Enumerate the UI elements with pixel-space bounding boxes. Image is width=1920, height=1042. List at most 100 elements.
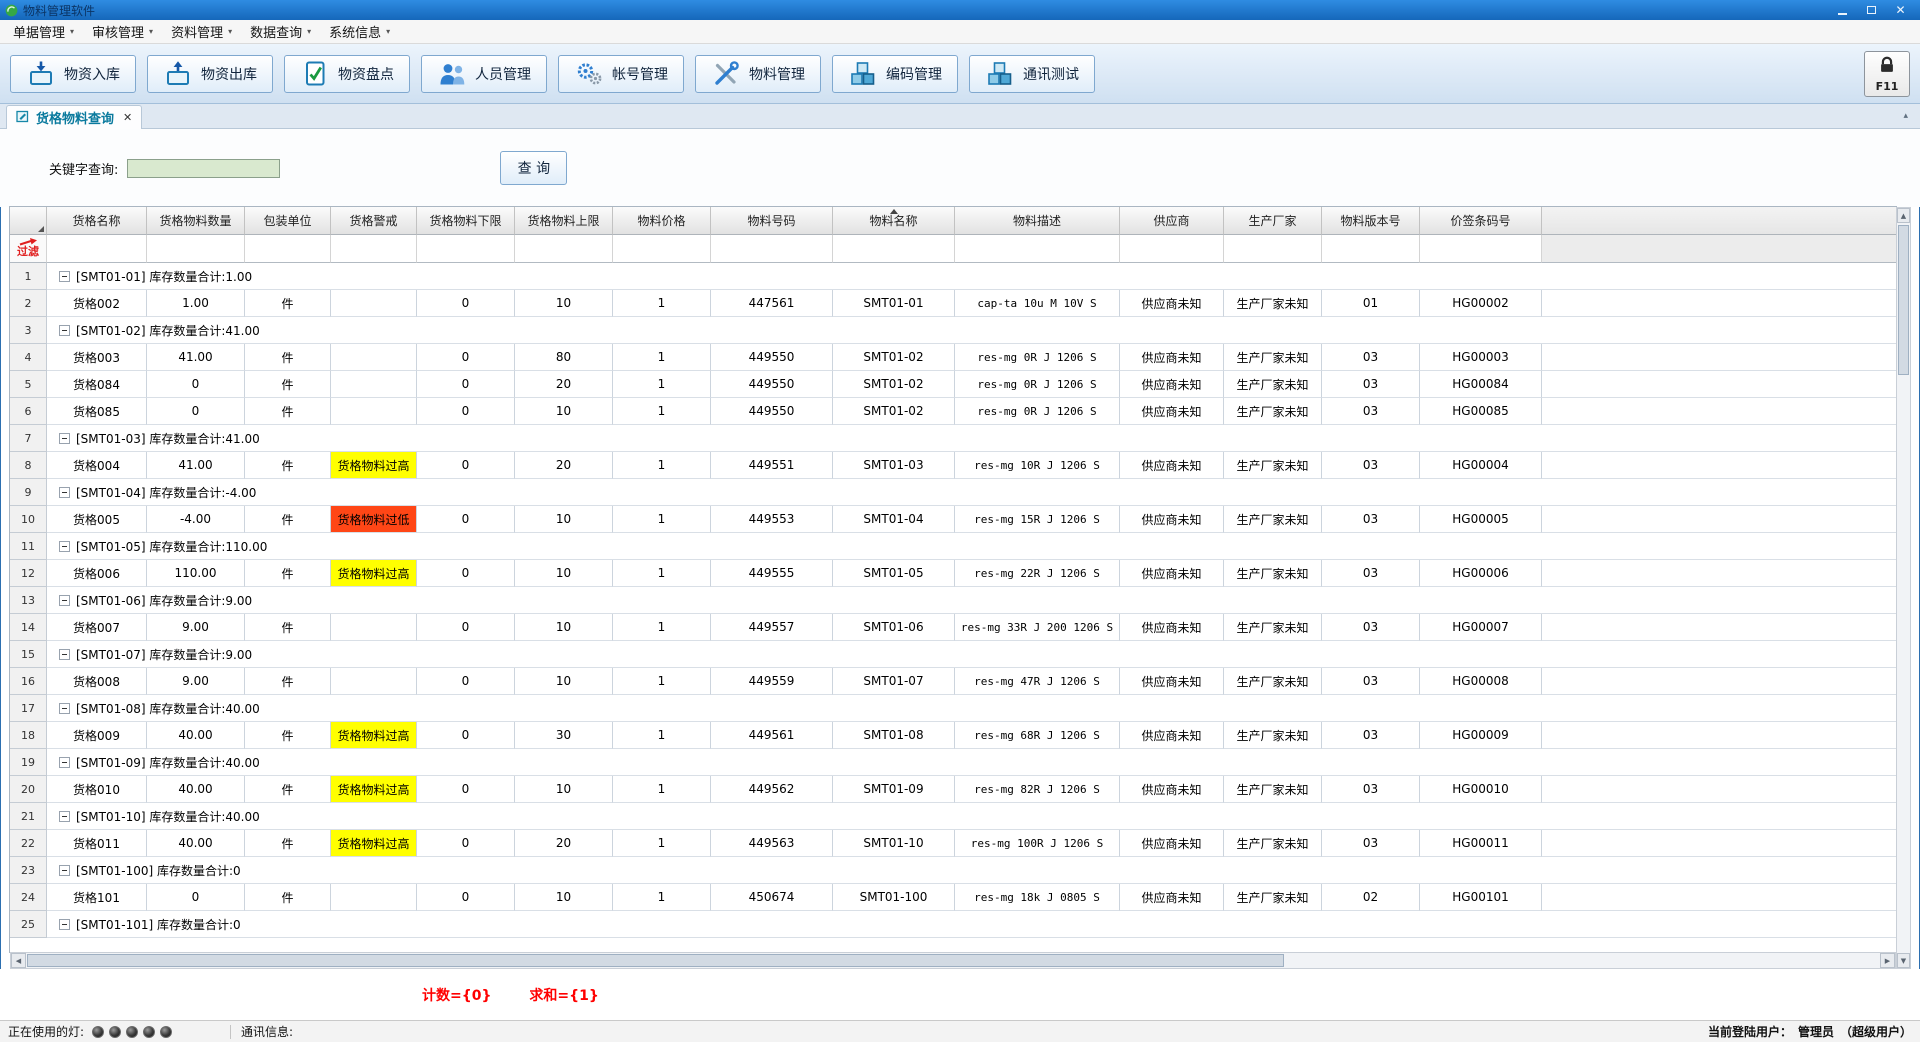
grid-cell[interactable]: 货格010 — [47, 776, 147, 803]
grid-cell[interactable]: 10 — [515, 398, 613, 425]
grid-cell[interactable]: 41.00 — [147, 452, 245, 479]
group-row-cell[interactable]: [SMT01-04] 库存数量合计:-4.00 — [47, 479, 1896, 506]
scroll-right-icon[interactable]: ▶ — [1880, 953, 1895, 968]
column-header[interactable]: 供应商 — [1120, 207, 1224, 235]
grid-cell[interactable]: 03 — [1322, 398, 1420, 425]
grid-cell[interactable]: res-mg 47R J 1206 S — [955, 668, 1120, 695]
grid-cell[interactable]: res-mg 0R J 1206 S — [955, 344, 1120, 371]
filter-cell[interactable] — [1322, 235, 1420, 263]
column-header[interactable]: 物料名称 — [833, 207, 955, 235]
scroll-down-icon[interactable]: ▼ — [1897, 953, 1910, 968]
group-row-cell[interactable]: [SMT01-08] 库存数量合计:40.00 — [47, 695, 1896, 722]
grid-cell[interactable]: 20 — [515, 830, 613, 857]
grid-cell[interactable]: 货格002 — [47, 290, 147, 317]
grid-cell[interactable]: 0 — [417, 884, 515, 911]
collapse-icon[interactable] — [59, 649, 70, 660]
row-number-cell[interactable]: 23 — [10, 857, 47, 884]
column-header[interactable]: 货格物料数量 — [147, 207, 245, 235]
grid-cell[interactable]: 供应商未知 — [1120, 614, 1224, 641]
grid-cell[interactable]: 41.00 — [147, 344, 245, 371]
grid-cell[interactable] — [331, 614, 417, 641]
menu-item[interactable]: 资料管理▾ — [162, 20, 241, 43]
grid-cell[interactable]: 供应商未知 — [1120, 884, 1224, 911]
grid-cell[interactable]: HG00003 — [1420, 344, 1542, 371]
grid-cell[interactable]: SMT01-02 — [833, 398, 955, 425]
grid-cell[interactable]: 1 — [613, 290, 711, 317]
grid-cell[interactable]: 件 — [245, 452, 331, 479]
filter-cell[interactable] — [331, 235, 417, 263]
grid-cell[interactable]: 0 — [417, 452, 515, 479]
grid-cell[interactable]: 0 — [417, 560, 515, 587]
grid-cell[interactable]: 9.00 — [147, 668, 245, 695]
grid-cell[interactable]: 10 — [515, 506, 613, 533]
grid-cell[interactable]: 0 — [147, 398, 245, 425]
grid-cell[interactable]: 03 — [1322, 776, 1420, 803]
grid-cell[interactable]: HG00007 — [1420, 614, 1542, 641]
row-number-cell[interactable]: 4 — [10, 344, 47, 371]
grid-cell[interactable]: SMT01-02 — [833, 371, 955, 398]
toolbar-button[interactable]: 物资盘点 — [284, 55, 410, 93]
group-row-cell[interactable]: [SMT01-02] 库存数量合计:41.00 — [47, 317, 1896, 344]
grid-cell[interactable]: 02 — [1322, 884, 1420, 911]
grid-cell[interactable]: 1 — [613, 506, 711, 533]
keyword-input[interactable] — [127, 159, 280, 178]
grid-corner-cell[interactable] — [10, 207, 47, 235]
alert-high-cell[interactable]: 货格物料过高 — [331, 776, 417, 803]
grid-cell[interactable] — [331, 884, 417, 911]
tab-cargo-material-query[interactable]: 货格物料查询 ✕ — [6, 105, 142, 129]
grid-cell[interactable]: 447561 — [711, 290, 833, 317]
column-header[interactable]: 物料号码 — [711, 207, 833, 235]
grid-cell[interactable]: 货格005 — [47, 506, 147, 533]
grid-cell[interactable]: SMT01-09 — [833, 776, 955, 803]
grid-cell[interactable]: 生产厂家未知 — [1224, 884, 1322, 911]
grid-cell[interactable]: 03 — [1322, 506, 1420, 533]
grid-cell[interactable]: 生产厂家未知 — [1224, 776, 1322, 803]
grid-cell[interactable]: 生产厂家未知 — [1224, 506, 1322, 533]
grid-cell[interactable]: 生产厂家未知 — [1224, 614, 1322, 641]
grid-cell[interactable]: 供应商未知 — [1120, 830, 1224, 857]
grid-cell[interactable]: 0 — [417, 371, 515, 398]
grid-cell[interactable]: 供应商未知 — [1120, 506, 1224, 533]
grid-cell[interactable]: 件 — [245, 776, 331, 803]
grid-cell[interactable] — [331, 398, 417, 425]
grid-cell[interactable]: res-mg 100R J 1206 S — [955, 830, 1120, 857]
grid-cell[interactable]: 1.00 — [147, 290, 245, 317]
collapse-icon[interactable] — [59, 919, 70, 930]
grid-cell[interactable]: 货格003 — [47, 344, 147, 371]
grid-cell[interactable]: 生产厂家未知 — [1224, 398, 1322, 425]
row-number-cell[interactable]: 15 — [10, 641, 47, 668]
column-header[interactable]: 价签条码号 — [1420, 207, 1542, 235]
grid-cell[interactable]: 生产厂家未知 — [1224, 452, 1322, 479]
grid-cell[interactable]: 03 — [1322, 452, 1420, 479]
grid-cell[interactable]: 生产厂家未知 — [1224, 371, 1322, 398]
row-number-cell[interactable]: 7 — [10, 425, 47, 452]
grid-cell[interactable]: 1 — [613, 560, 711, 587]
grid-cell[interactable]: 件 — [245, 884, 331, 911]
collapse-icon[interactable] — [59, 487, 70, 498]
grid-cell[interactable]: 03 — [1322, 371, 1420, 398]
toolbar-button[interactable]: 人员管理 — [421, 55, 547, 93]
group-row-cell[interactable]: [SMT01-100] 库存数量合计:0 — [47, 857, 1896, 884]
grid-cell[interactable]: HG00006 — [1420, 560, 1542, 587]
filter-cell[interactable] — [1120, 235, 1224, 263]
grid-cell[interactable]: 40.00 — [147, 722, 245, 749]
grid-cell[interactable]: 10 — [515, 668, 613, 695]
grid-cell[interactable]: 10 — [515, 614, 613, 641]
grid-cell[interactable]: 1 — [613, 830, 711, 857]
grid-cell[interactable]: 生产厂家未知 — [1224, 830, 1322, 857]
column-header[interactable]: 物料描述 — [955, 207, 1120, 235]
grid-cell[interactable]: 449550 — [711, 398, 833, 425]
grid-cell[interactable]: SMT01-05 — [833, 560, 955, 587]
row-number-cell[interactable]: 3 — [10, 317, 47, 344]
grid-cell[interactable]: HG00085 — [1420, 398, 1542, 425]
collapse-icon[interactable] — [59, 703, 70, 714]
menu-item[interactable]: 审核管理▾ — [83, 20, 162, 43]
grid-cell[interactable]: 0 — [417, 668, 515, 695]
menu-item[interactable]: 单据管理▾ — [4, 20, 83, 43]
grid-cell[interactable] — [331, 371, 417, 398]
grid-cell[interactable]: 449563 — [711, 830, 833, 857]
grid-cell[interactable]: 449555 — [711, 560, 833, 587]
column-header[interactable]: 货格警戒 — [331, 207, 417, 235]
grid-cell[interactable]: 件 — [245, 371, 331, 398]
row-number-cell[interactable]: 16 — [10, 668, 47, 695]
